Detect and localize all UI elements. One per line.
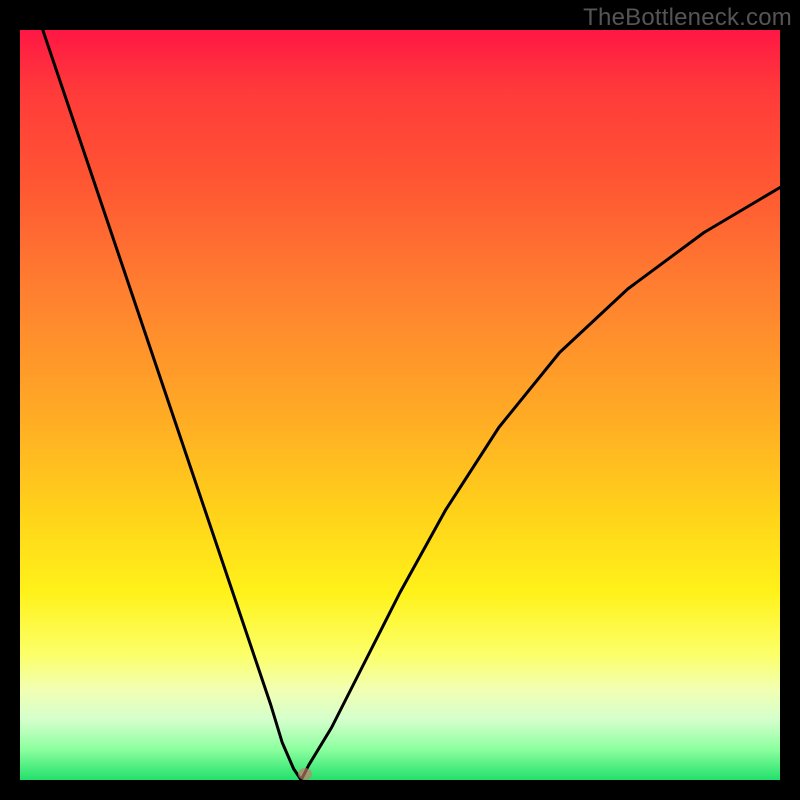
chart-container: TheBottleneck.com bbox=[0, 0, 800, 800]
plot-area bbox=[20, 30, 780, 780]
bottleneck-curve bbox=[20, 30, 780, 780]
watermark-text: TheBottleneck.com bbox=[583, 4, 792, 32]
optimum-marker bbox=[298, 768, 312, 780]
